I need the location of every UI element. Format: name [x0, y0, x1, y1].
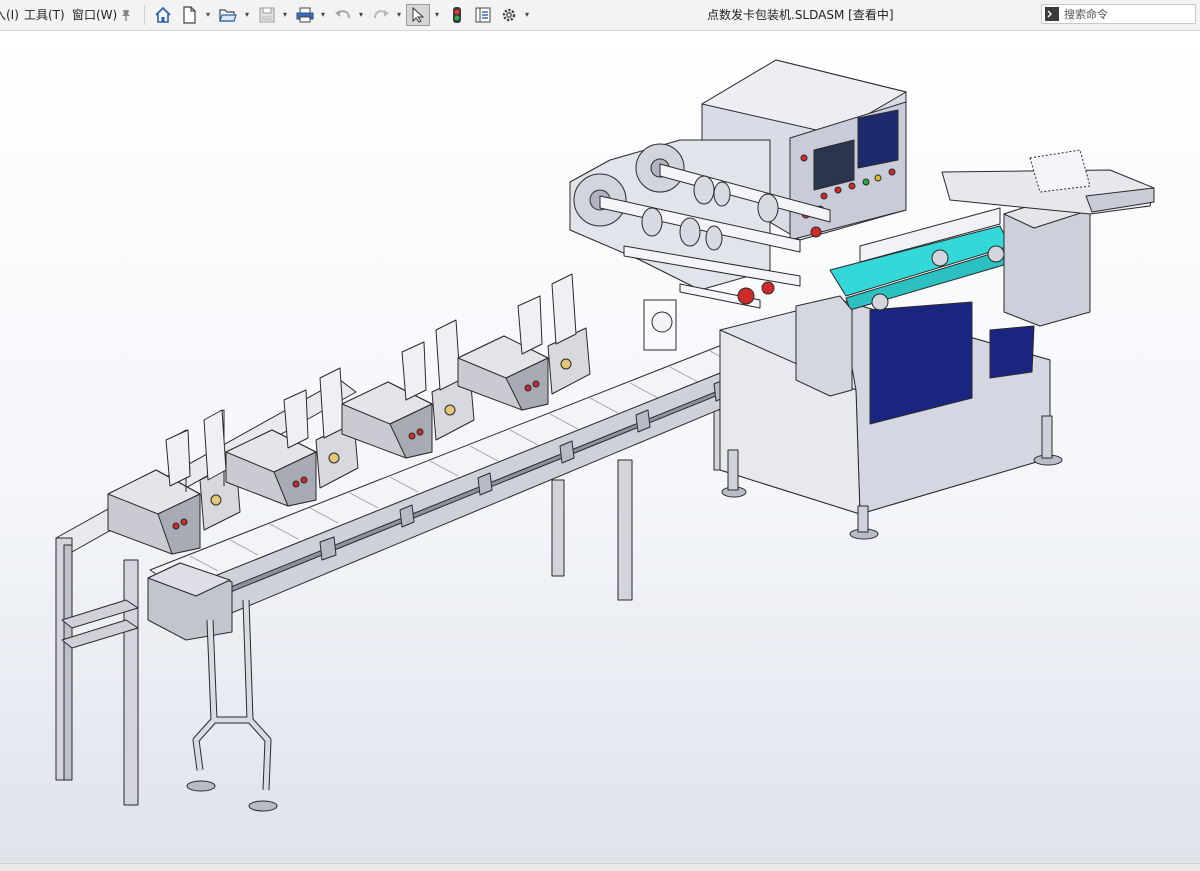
open-dropdown-icon[interactable]: ▾ [243, 9, 251, 21]
command-prompt-icon [1045, 7, 1059, 21]
pin-icon[interactable] [115, 4, 137, 26]
options-gear-icon[interactable] [498, 4, 520, 26]
undo-icon[interactable] [332, 4, 354, 26]
menu-window[interactable]: 窗口(W) [72, 7, 117, 23]
select-dropdown-icon[interactable]: ▾ [433, 9, 441, 21]
redo-dropdown-icon[interactable]: ▾ [395, 9, 403, 21]
rebuild-light-icon[interactable] [446, 4, 468, 26]
print-dropdown-icon[interactable]: ▾ [319, 9, 327, 21]
menu-tools[interactable]: 工具(T) [24, 7, 65, 23]
undo-dropdown-icon[interactable]: ▾ [357, 9, 365, 21]
print-icon[interactable] [294, 4, 316, 26]
search-input[interactable] [1064, 6, 1192, 22]
window-title: 点数发卡包装机.SLDASM [查看中] [707, 8, 894, 22]
select-cursor-icon[interactable] [406, 4, 430, 26]
home-icon[interactable] [152, 4, 174, 26]
file-properties-icon[interactable] [472, 4, 494, 26]
new-dropdown-icon[interactable]: ▾ [204, 9, 212, 21]
open-icon[interactable] [217, 4, 239, 26]
graphics-viewport[interactable] [0, 31, 1200, 863]
flow-wrap-machine [569, 59, 1155, 540]
command-search[interactable] [1041, 4, 1196, 24]
save-dropdown-icon[interactable]: ▾ [281, 9, 289, 21]
title-bar: 入(I) 工具(T) 窗口(W) ▾ ▾ ▾ ▾ ▾ ▾ ▾ ▾ 点数发卡包装机… [0, 0, 1200, 31]
menu-insert[interactable]: 入(I) [0, 7, 19, 23]
new-document-icon[interactable] [178, 4, 200, 26]
redo-icon[interactable] [370, 4, 392, 26]
machine-model[interactable] [0, 31, 1200, 863]
options-dropdown-icon[interactable]: ▾ [523, 9, 531, 21]
save-icon[interactable] [256, 4, 278, 26]
